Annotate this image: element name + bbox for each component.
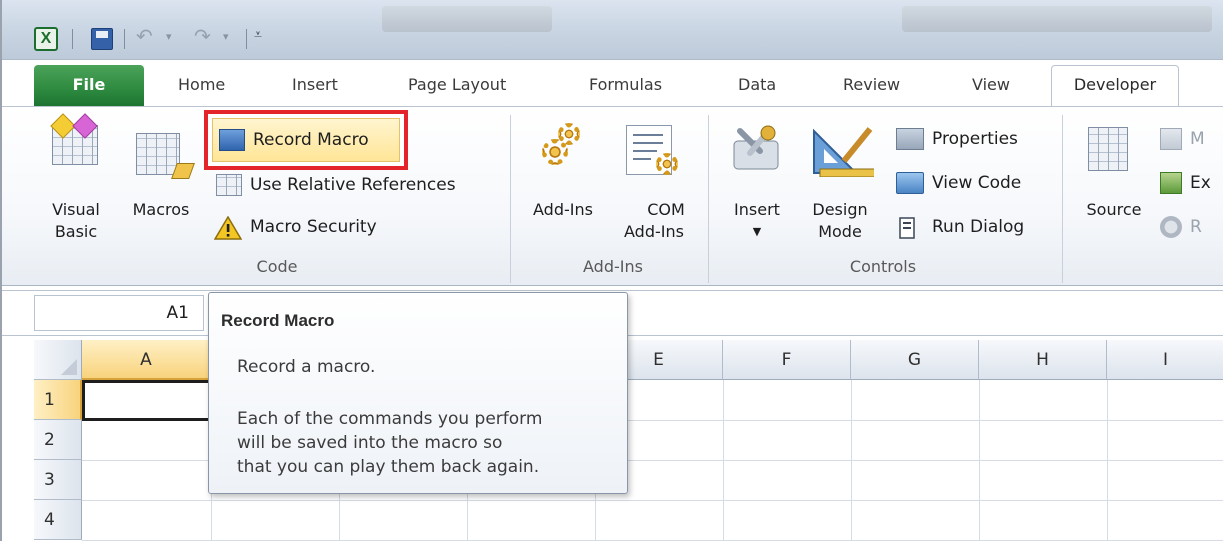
refresh-data-icon [1160,216,1182,238]
run-dialog-button[interactable]: Run Dialog [896,213,1024,241]
macros-label: Macros [132,200,190,219]
column-header-h[interactable]: H [979,340,1107,380]
tooltip-title: Record Macro [221,311,335,330]
properties-icon [896,128,924,150]
name-box[interactable]: A1 [34,295,204,331]
properties-label: Properties [932,129,1018,149]
tab-view[interactable]: View [972,75,1010,94]
tab-formulas[interactable]: Formulas [589,75,662,94]
source-label: Source [1086,200,1142,219]
tab-insert[interactable]: Insert [292,75,338,94]
row-header-3[interactable]: 3 [34,460,82,500]
column-header-f[interactable]: F [723,340,851,380]
expansion-packs-icon [1160,172,1182,194]
design-mode-icon [810,123,877,178]
qat-separator [246,29,247,49]
record-macro-label: Record Macro [253,130,369,150]
group-separator [1062,115,1063,283]
title-bar-blur [382,6,552,32]
toolbox-icon [730,121,782,173]
undo-dropdown-icon[interactable]: ▾ [166,30,172,43]
expansion-packs-button[interactable]: Ex [1160,169,1211,197]
title-bar: X ↶ ▾ ↷ ▾ ⩡ [2,0,1223,60]
tab-file[interactable]: File [34,65,144,106]
refresh-data-button[interactable]: R [1160,213,1202,241]
grid-line [1107,380,1108,541]
qat-separator [124,29,125,49]
run-dialog-icon [896,216,924,239]
ribbon-tabs: File Home Insert Page Layout Formulas Da… [2,60,1223,107]
view-code-label: View Code [932,173,1022,193]
source-icon [1088,127,1128,171]
grid-line [851,380,852,541]
macro-security-label: Macro Security [250,217,377,237]
gear-icon [558,123,580,145]
grid-line [723,380,724,541]
select-all-corner[interactable] [34,340,82,380]
run-dialog-label: Run Dialog [932,217,1025,237]
tooltip-line: Each of the commands you perform [237,409,543,429]
tab-developer[interactable]: Developer [1051,65,1179,107]
group-separator [708,115,709,283]
tooltip-line: will be saved into the macro so [237,433,503,453]
view-code-icon [896,172,924,194]
view-code-button[interactable]: View Code [896,169,1021,197]
properties-button[interactable]: Properties [896,125,1018,153]
column-header-i[interactable]: I [1107,340,1223,380]
ribbon-developer: Visual Basic Macros Record Macro Use Rel… [2,106,1223,286]
row-header-4[interactable]: 4 [34,500,82,540]
tab-page-layout[interactable]: Page Layout [408,75,506,94]
map-properties-button[interactable]: M [1160,125,1205,153]
insert-control-label: Insert [734,200,780,219]
redo-dropdown-icon[interactable]: ▾ [223,30,229,43]
chevron-down-icon: ▼ [752,225,762,238]
row-header-1[interactable]: 1 [34,380,82,420]
map-properties-label: M [1190,129,1205,149]
macros-icon [136,133,180,175]
grid-line [82,500,1223,501]
column-header-a[interactable]: A [82,340,211,380]
tooltip-line: that you can play them back again. [237,457,540,477]
column-header-g[interactable]: G [851,340,979,380]
relative-references-icon [216,174,242,196]
title-bar-blur [902,6,1212,32]
grid-line [979,380,980,541]
group-label-code: Code [256,257,298,276]
design-mode-label-1: Design [812,200,868,219]
macro-security-button[interactable]: Macro Security [213,213,377,241]
group-label-controls: Controls [849,257,917,276]
add-ins-label: Add-Ins [533,200,593,219]
com-add-ins-label-2: Add-Ins [624,222,684,241]
visual-basic-label-1: Visual [52,200,100,219]
map-properties-icon [1160,128,1182,150]
com-add-ins-label-1: COM [647,200,685,219]
tab-review[interactable]: Review [843,75,900,94]
tooltip-line: Record a macro. [237,357,376,377]
customize-qat-icon[interactable]: ⩡ [254,27,262,43]
expansion-packs-label: Ex [1190,173,1211,193]
undo-icon[interactable]: ↶ [136,24,153,48]
tab-data[interactable]: Data [738,75,776,94]
use-relative-references-button[interactable]: Use Relative References [216,171,456,199]
visual-basic-label-2: Basic [54,222,98,241]
row-header-2[interactable]: 2 [34,420,82,460]
gear-icon [656,153,678,175]
qat-separator [72,29,73,49]
active-cell-a1[interactable] [82,380,211,421]
excel-app-icon[interactable]: X [34,27,58,51]
group-separator [510,115,511,283]
formula-input[interactable] [622,295,1222,331]
excel-window: X ↶ ▾ ↷ ▾ ⩡ File Home Insert Page Layout… [0,0,1223,541]
record-macro-button[interactable]: Record Macro [204,110,408,170]
save-icon[interactable] [91,28,113,50]
tab-home[interactable]: Home [178,75,225,94]
use-relative-references-label: Use Relative References [250,175,456,195]
record-macro-icon [219,129,245,151]
group-label-add-ins: Add-Ins [583,257,643,276]
record-macro-tooltip: Record Macro Record a macro. Each of the… [208,292,628,494]
refresh-data-label: R [1190,217,1202,237]
warning-icon [213,215,243,240]
redo-icon[interactable]: ↷ [194,24,211,48]
design-mode-label-2: Mode [818,222,862,241]
